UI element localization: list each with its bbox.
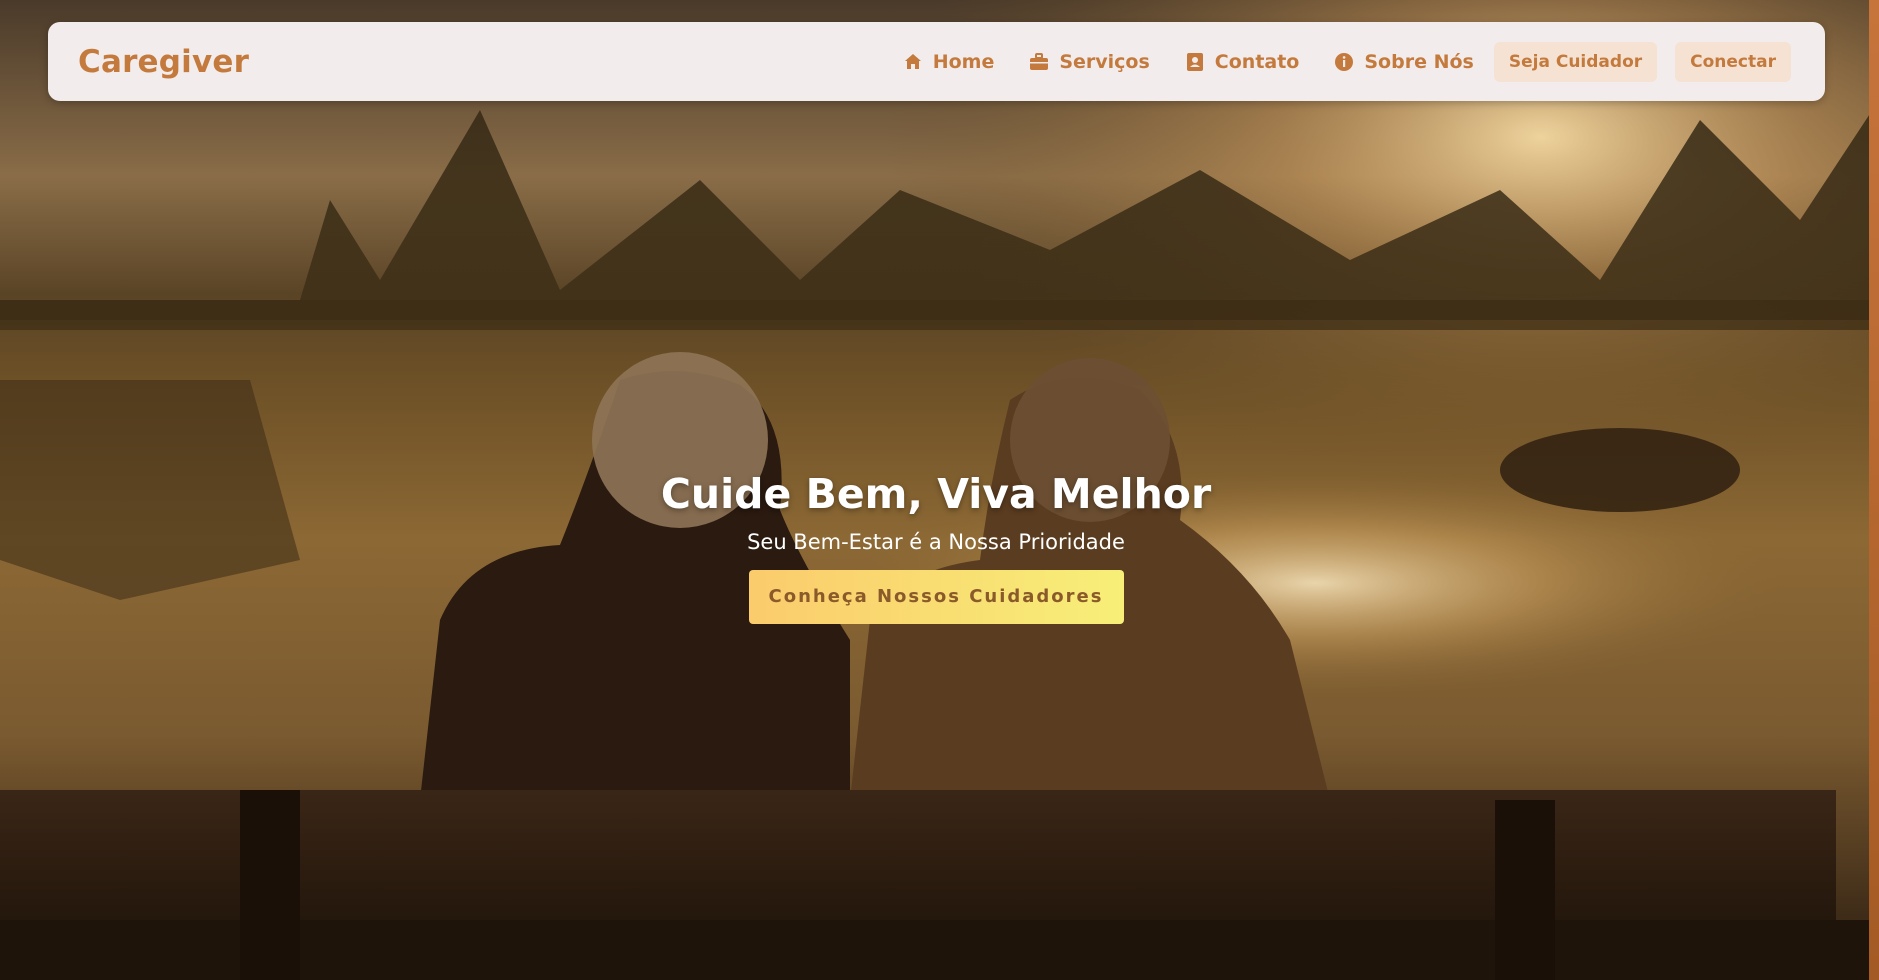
navbar: Caregiver Home Serviços Contato Sobre Nó…: [48, 22, 1825, 101]
hero-subtitle: Seu Bem-Estar é a Nossa Prioridade: [747, 530, 1125, 554]
nav-item-label: Sobre Nós: [1364, 50, 1474, 73]
nav-links: Home Serviços Contato Sobre Nós Seja Cui…: [868, 41, 1791, 82]
briefcase-icon: [1028, 51, 1050, 73]
hero-title: Cuide Bem, Viva Melhor: [660, 470, 1212, 518]
connect-button[interactable]: Conectar: [1675, 41, 1791, 82]
nav-item-label: Contato: [1214, 50, 1300, 73]
home-icon: [902, 51, 924, 73]
nav-item-label: Serviços: [1059, 50, 1150, 73]
nav-item-home[interactable]: Home: [902, 50, 995, 73]
meet-caregivers-button[interactable]: Conheça Nossos Cuidadores: [748, 570, 1124, 624]
nav-item-sobre-nos[interactable]: Sobre Nós: [1333, 50, 1474, 73]
contact-card-icon: [1184, 51, 1206, 73]
hero-content: Cuide Bem, Viva Melhor Seu Bem-Estar é a…: [0, 470, 1872, 624]
nav-item-contato[interactable]: Contato: [1184, 50, 1300, 73]
become-caregiver-button[interactable]: Seja Cuidador: [1493, 41, 1658, 82]
info-circle-icon: [1333, 51, 1355, 73]
brand-logo[interactable]: Caregiver: [78, 44, 249, 80]
nav-item-servicos[interactable]: Serviços: [1028, 50, 1150, 73]
nav-item-label: Home: [932, 50, 995, 73]
